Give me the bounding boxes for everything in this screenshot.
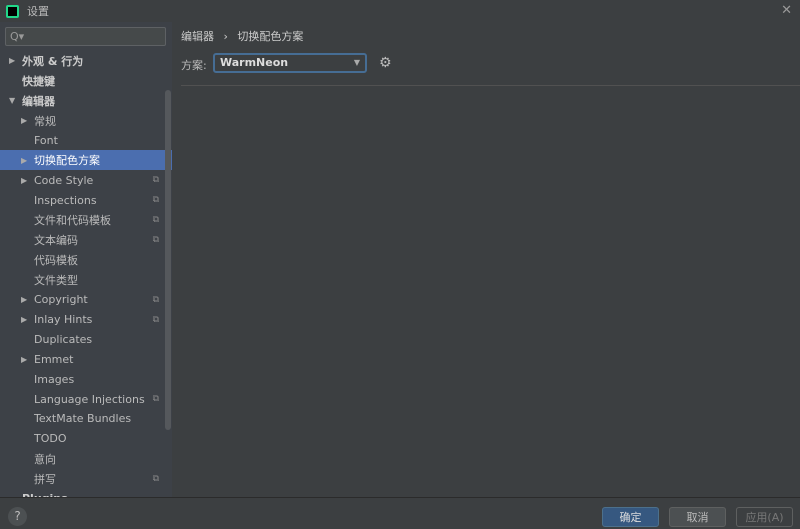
tree-item[interactable]: 文件类型 [0, 270, 172, 290]
tree-item-label: Inlay Hints [34, 313, 93, 327]
tree-item[interactable]: TextMate Bundles [0, 409, 172, 429]
chevron-right-icon[interactable]: ▶ [9, 56, 19, 65]
tree-item[interactable]: 拼写 ⧉ [0, 469, 172, 489]
breadcrumb-current: 切换配色方案 [237, 30, 304, 43]
tree-item[interactable]: ▶ Inlay Hints ⧉ [0, 310, 172, 330]
tree-item[interactable]: 文本编码 ⧉ [0, 230, 172, 250]
tree-item[interactable]: ▶ Code Style ⧉ [0, 170, 172, 190]
copy-icon: ⧉ [152, 294, 159, 305]
copy-icon: ⧉ [152, 314, 159, 325]
window-title: 设置 [27, 5, 49, 18]
app-logo-icon [6, 4, 19, 18]
search-input[interactable]: Q▾ [5, 27, 166, 46]
scheme-value: WarmNeon [220, 56, 289, 69]
tree-item[interactable]: Font [0, 131, 172, 151]
ok-button[interactable]: 确定 [602, 507, 659, 527]
tree-item[interactable]: Images [0, 369, 172, 389]
chevron-down-icon: ▼ [353, 58, 360, 67]
chevron-down-icon[interactable]: ▼ [9, 96, 19, 105]
chevron-right-icon[interactable]: ▶ [21, 116, 31, 125]
tree-item[interactable]: Inspections ⧉ [0, 190, 172, 210]
copy-icon: ⧉ [152, 195, 159, 206]
tree-item-label: TODO [34, 432, 67, 446]
tree-item-label: 意向 [34, 452, 56, 466]
tree-item[interactable]: ▶ Emmet [0, 349, 172, 369]
apply-button[interactable]: 应用(A) [736, 507, 793, 527]
tree-item[interactable]: Plugins [0, 489, 172, 497]
tree-item[interactable]: ▶ 切换配色方案 [0, 150, 172, 171]
tree-item[interactable]: 代码模板 [0, 250, 172, 270]
tree-item-label: Language Injections [34, 392, 145, 406]
tree-item-label: 编辑器 [22, 94, 55, 108]
tree-item[interactable]: 文件和代码模板 ⧉ [0, 210, 172, 230]
tree-item-label: Inspections [34, 193, 97, 207]
chevron-right-icon[interactable]: ▶ [21, 315, 31, 324]
help-button[interactable]: ? [8, 507, 27, 526]
copy-icon: ⧉ [152, 473, 159, 484]
tree-item-label: TextMate Bundles [34, 412, 132, 426]
tree-item-label: Code Style [34, 173, 94, 187]
title-bar: 设置 ✕ [0, 0, 800, 22]
tree-item-label: Emmet [34, 352, 74, 366]
tree-item-label: Duplicates [34, 332, 93, 346]
tree-item[interactable]: Duplicates [0, 329, 172, 349]
chevron-right-icon[interactable]: ▶ [21, 176, 31, 185]
tree-item[interactable]: ▶ 常规 [0, 111, 172, 131]
copy-icon: ⧉ [152, 394, 159, 405]
sidebar: Q▾ ▶ 外观 & 行为 快捷键 ▼ 编辑器 ▶ 常规 Font ▶ 切换配色方案 ▶ Code St… [0, 22, 172, 497]
footer: ? 确定 取消 应用(A) [0, 497, 800, 529]
chevron-right-icon[interactable]: ▶ [21, 355, 31, 364]
tree-item[interactable]: ▼ 编辑器 [0, 91, 172, 111]
tree-item-label: Font [34, 134, 58, 147]
copy-icon: ⧉ [152, 175, 159, 186]
sidebar-scrollbar[interactable] [165, 90, 171, 430]
gear-icon[interactable]: ⚙ [379, 55, 392, 71]
tree-item-label: 外观 & 行为 [22, 54, 84, 68]
tree-item-label: 快捷键 [22, 74, 55, 88]
tree-item[interactable]: ▶ Copyright ⧉ [0, 290, 172, 310]
copy-icon: ⧉ [152, 234, 159, 245]
tree-item-label: 文本编码 [34, 233, 78, 247]
tree-item-label: 代码模板 [34, 253, 78, 267]
copy-icon: ⧉ [152, 215, 159, 226]
chevron-right-icon[interactable]: ▶ [21, 295, 31, 304]
divider [181, 85, 800, 86]
tree-item[interactable]: 快捷键 [0, 71, 172, 91]
close-icon[interactable]: ✕ [781, 3, 792, 18]
tree-item[interactable]: TODO [0, 429, 172, 449]
tree-item[interactable]: 意向 [0, 449, 172, 469]
tree-item-label: Copyright [34, 293, 88, 307]
cancel-button[interactable]: 取消 [669, 507, 726, 527]
settings-tree: ▶ 外观 & 行为 快捷键 ▼ 编辑器 ▶ 常规 Font ▶ 切换配色方案 ▶ Code Style… [0, 51, 172, 497]
tree-item-label: 拼写 [34, 472, 56, 486]
breadcrumb: 编辑器 › 切换配色方案 [181, 28, 309, 44]
scheme-select[interactable]: WarmNeon ▼ [213, 53, 367, 73]
tree-item-label: 文件类型 [34, 273, 78, 287]
tree-item-label: 切换配色方案 [34, 154, 100, 168]
tree-item-label: 文件和代码模板 [34, 214, 111, 228]
scheme-label: 方案: [181, 59, 207, 72]
tree-item[interactable]: Language Injections ⧉ [0, 389, 172, 409]
tree-item-label: 常规 [34, 114, 56, 128]
breadcrumb-parent[interactable]: 编辑器 [181, 30, 214, 43]
tree-item[interactable]: ▶ 外观 & 行为 [0, 51, 172, 71]
breadcrumb-separator: › [223, 30, 228, 43]
tree-item-label: Images [34, 372, 75, 386]
main-panel: 编辑器 › 切换配色方案 方案: WarmNeon ▼ ⚙ [172, 22, 800, 497]
chevron-right-icon[interactable]: ▶ [21, 156, 31, 165]
